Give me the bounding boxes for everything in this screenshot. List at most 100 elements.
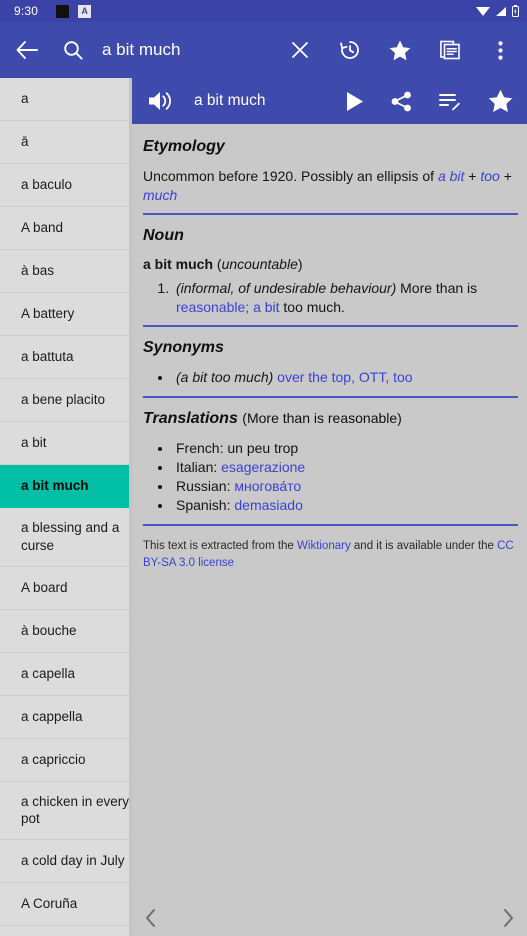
overflow-menu-icon[interactable] — [487, 37, 513, 63]
status-right-icons — [476, 5, 519, 17]
synonym-link[interactable]: too — [393, 369, 412, 385]
sidebar-item[interactable]: a cappella — [0, 696, 132, 739]
share-icon[interactable] — [391, 91, 412, 112]
pager-bar — [132, 900, 527, 936]
word-list: a ā a baculo A band à bas A battery a battuta a… — [0, 78, 132, 936]
body-split: a ā a baculo A band à bas A battery a battuta a… — [0, 78, 527, 936]
app-screen: 9:30 A a bit much a ā a baculo A band à … — [0, 0, 527, 936]
translation-item: Italian: esagerazione — [173, 458, 518, 477]
sidebar-item-label: a cappella — [21, 708, 83, 724]
play-icon[interactable] — [345, 91, 364, 112]
translation-language: Italian — [176, 459, 214, 476]
translation-language: French — [176, 440, 220, 457]
word-bar-actions — [345, 89, 513, 113]
sidebar-item[interactable]: à bas — [0, 250, 132, 293]
headword: a bit much — [143, 256, 214, 273]
chevron-left-icon[interactable] — [145, 909, 156, 927]
section-divider — [143, 325, 518, 328]
library-icon[interactable] — [437, 37, 463, 63]
square-icon — [56, 4, 70, 18]
sidebar-item-label: a blessing and a curse — [21, 520, 120, 553]
sidebar-item[interactable]: a bit — [0, 422, 132, 465]
etymology-plus-1: + — [464, 168, 481, 184]
sidebar-item-label: à bas — [21, 263, 55, 279]
translations-title: Translations — [143, 410, 238, 428]
speaker-icon[interactable] — [148, 90, 174, 112]
wifi-icon — [476, 6, 490, 16]
history-icon[interactable] — [337, 37, 363, 63]
sidebar-item[interactable]: a battuta — [0, 336, 132, 379]
sidebar-item-label: a bit much — [21, 478, 89, 494]
sidebar-item[interactable]: a bene placito — [0, 379, 132, 422]
sidebar-item[interactable]: a bit much — [0, 465, 132, 508]
etymology-plus-2: + — [499, 168, 512, 184]
translation-term[interactable]: esagerazione — [221, 459, 305, 475]
sidebar-item[interactable]: a — [0, 78, 132, 121]
sidebar-item[interactable]: ā — [0, 121, 132, 164]
clear-icon[interactable] — [287, 37, 313, 63]
translation-language: Russian — [176, 478, 227, 495]
synonyms-heading: Synonyms — [143, 339, 224, 357]
translation-language: Spanish — [176, 497, 227, 514]
link-a-bit[interactable]: a bit — [438, 168, 464, 184]
sidebar-item[interactable]: a baculo — [0, 164, 132, 207]
sidebar-item[interactable]: a cold day in July — [0, 840, 132, 884]
definition-context: (informal, of undesirable behaviour) — [176, 280, 397, 297]
sidebar-item[interactable]: à bouche — [0, 610, 132, 653]
edit-note-icon[interactable] — [439, 92, 461, 111]
word-list-sidebar[interactable]: a ā a baculo A band à bas A battery a battuta a… — [0, 78, 132, 936]
sidebar-item[interactable]: a capriccio — [0, 739, 132, 782]
sidebar-item[interactable]: A battery — [0, 293, 132, 336]
etymology-text: Uncommon before 1920. Possibly an ellips… — [143, 167, 518, 204]
signal-icon — [496, 6, 506, 16]
section-divider — [143, 524, 518, 527]
chevron-right-icon[interactable] — [503, 909, 514, 927]
synonym-link[interactable]: OTT — [359, 369, 385, 385]
link-much[interactable]: much — [143, 187, 177, 203]
word-header-bar: a bit much — [132, 78, 527, 124]
search-icon[interactable] — [60, 37, 86, 63]
synonym-link[interactable]: over the top — [277, 369, 351, 385]
sidebar-item[interactable]: A band — [0, 207, 132, 250]
translations-list: French: un peu tropItalian: esagerazione… — [173, 439, 518, 515]
sidebar-item[interactable]: a capella — [0, 653, 132, 696]
definition-text-1: More than is — [396, 280, 478, 297]
back-arrow-icon[interactable] — [14, 37, 40, 63]
grammar-open: ( — [213, 256, 222, 273]
translation-item: Spanish: demasiado — [173, 496, 518, 515]
sidebar-item-label: a bit — [21, 435, 47, 451]
link-too[interactable]: too — [480, 168, 499, 184]
sidebar-item-label: a capella — [21, 665, 76, 681]
link-a-bit-def[interactable]: a bit — [253, 299, 279, 315]
search-input[interactable]: a bit much — [102, 40, 287, 60]
translation-term[interactable]: многова́то — [234, 478, 301, 494]
a-badge-icon: A — [78, 4, 92, 18]
translation-separator: : — [213, 459, 222, 476]
link-reasonable[interactable]: reasonable — [176, 299, 245, 315]
synonym-qualifier: (a bit too much) — [176, 369, 274, 386]
sidebar-item-label: a chicken in every pot — [21, 793, 130, 827]
sidebar-item-label: a battuta — [21, 349, 74, 365]
sidebar-scrollbar[interactable] — [129, 78, 132, 936]
word-title: a bit much — [194, 92, 266, 109]
sidebar-item-label: A Coruña — [21, 896, 78, 912]
sidebar-item-label: a capriccio — [21, 751, 86, 767]
definition-separator: ; — [245, 298, 254, 315]
sidebar-item[interactable]: A Coruña — [0, 883, 132, 927]
sidebar-item[interactable]: a chicken in every pot — [0, 782, 132, 841]
status-clock: 9:30 — [14, 4, 39, 18]
link-wiktionary[interactable]: Wiktionary — [297, 540, 351, 552]
star-icon[interactable] — [488, 89, 513, 113]
sidebar-item[interactable]: A board — [0, 567, 132, 610]
translation-item: Russian: многова́то — [173, 477, 518, 496]
article-body: Etymology Uncommon before 1920. Possibly… — [132, 124, 527, 900]
grammar-close: ) — [297, 256, 303, 273]
star-icon[interactable] — [387, 37, 413, 63]
sidebar-item[interactable]: A cup — [0, 926, 132, 936]
article-pane: a bit much Etymology Uncommon before 192… — [132, 78, 527, 936]
sidebar-item-label: à bouche — [21, 622, 77, 638]
synonym-separator: , — [351, 369, 359, 386]
sidebar-item[interactable]: a blessing and a curse — [0, 508, 132, 567]
sidebar-item-label: ā — [21, 134, 29, 150]
translation-term[interactable]: demasiado — [234, 497, 303, 513]
